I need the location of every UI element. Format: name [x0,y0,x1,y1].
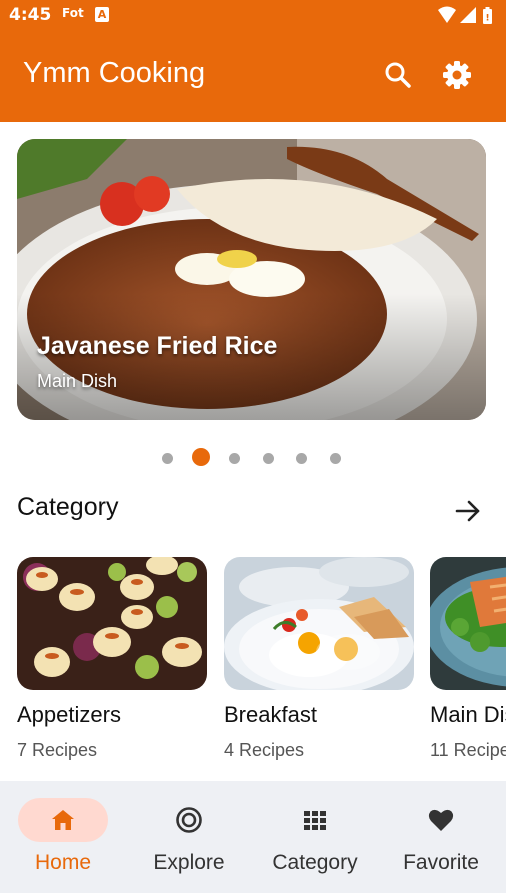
settings-button[interactable] [441,59,473,91]
category-recipe-count: 11 Recipes [430,740,506,760]
category-card-main-dish[interactable]: Main Dish 11 Recipes [430,557,506,761]
search-icon [385,62,411,88]
explore-icon [176,807,202,833]
arrow-right-icon [455,500,480,522]
notification-app-icon-2: A [95,7,109,22]
category-name: Main Dish [430,702,506,727]
status-bar: 4:45 Fot A ! [0,0,506,32]
featured-recipe-category: Main Dish [37,371,118,391]
nav-item-explore[interactable]: Explore [126,798,252,878]
svg-text:!: ! [485,14,489,24]
carousel-dot[interactable] [263,453,274,464]
featured-recipe-caption: Javanese Fried Rice Main Dish [37,332,277,392]
search-button[interactable] [382,59,414,91]
category-image-appetizers [17,557,207,690]
category-section-title: Category [17,493,119,521]
nav-item-home[interactable]: Home [0,798,126,878]
category-image-breakfast [224,557,414,690]
heart-icon [428,809,454,831]
category-recipe-count: 7 Recipes [17,740,98,760]
nav-label: Home [34,851,92,874]
see-all-categories-button[interactable] [452,495,484,527]
battery-icon: ! [483,7,492,24]
featured-recipe-title: Javanese Fried Rice [37,332,278,360]
bottom-navigation: Home Explore Category Favorite [0,781,506,893]
carousel-dot[interactable] [330,453,341,464]
app-bar: Ymm Cooking [0,32,506,122]
nav-item-favorite[interactable]: Favorite [378,798,504,878]
category-image-main-dish [430,557,506,690]
category-list-overflow: Main Dish 11 Recipes [430,557,506,767]
app-title: Ymm Cooking [23,57,206,89]
signal-icon [460,7,476,23]
nav-label: Explore [153,851,225,874]
notification-app-icon: Fot [62,6,84,20]
home-icon [52,810,74,830]
category-card-appetizers[interactable]: Appetizers 7 Recipes [17,557,207,761]
category-card-breakfast[interactable]: Breakfast 4 Recipes [224,557,414,761]
carousel-dot[interactable] [162,453,173,464]
carousel-indicator [0,448,506,468]
wifi-icon [438,6,456,23]
carousel-dot[interactable] [296,453,307,464]
nav-label: Category [272,851,358,874]
settings-icon [443,61,471,89]
featured-recipe-card[interactable]: Javanese Fried Rice Main Dish [17,139,486,420]
category-name: Breakfast [224,702,317,727]
nav-label: Favorite [403,851,479,874]
status-time: 4:45 [9,5,52,25]
category-name: Appetizers [17,702,121,727]
carousel-dot[interactable] [229,453,240,464]
carousel-dot-active[interactable] [192,448,210,466]
status-icons: ! [438,6,492,24]
grid-icon [304,811,326,830]
nav-item-category[interactable]: Category [252,798,378,878]
category-recipe-count: 4 Recipes [224,740,305,760]
